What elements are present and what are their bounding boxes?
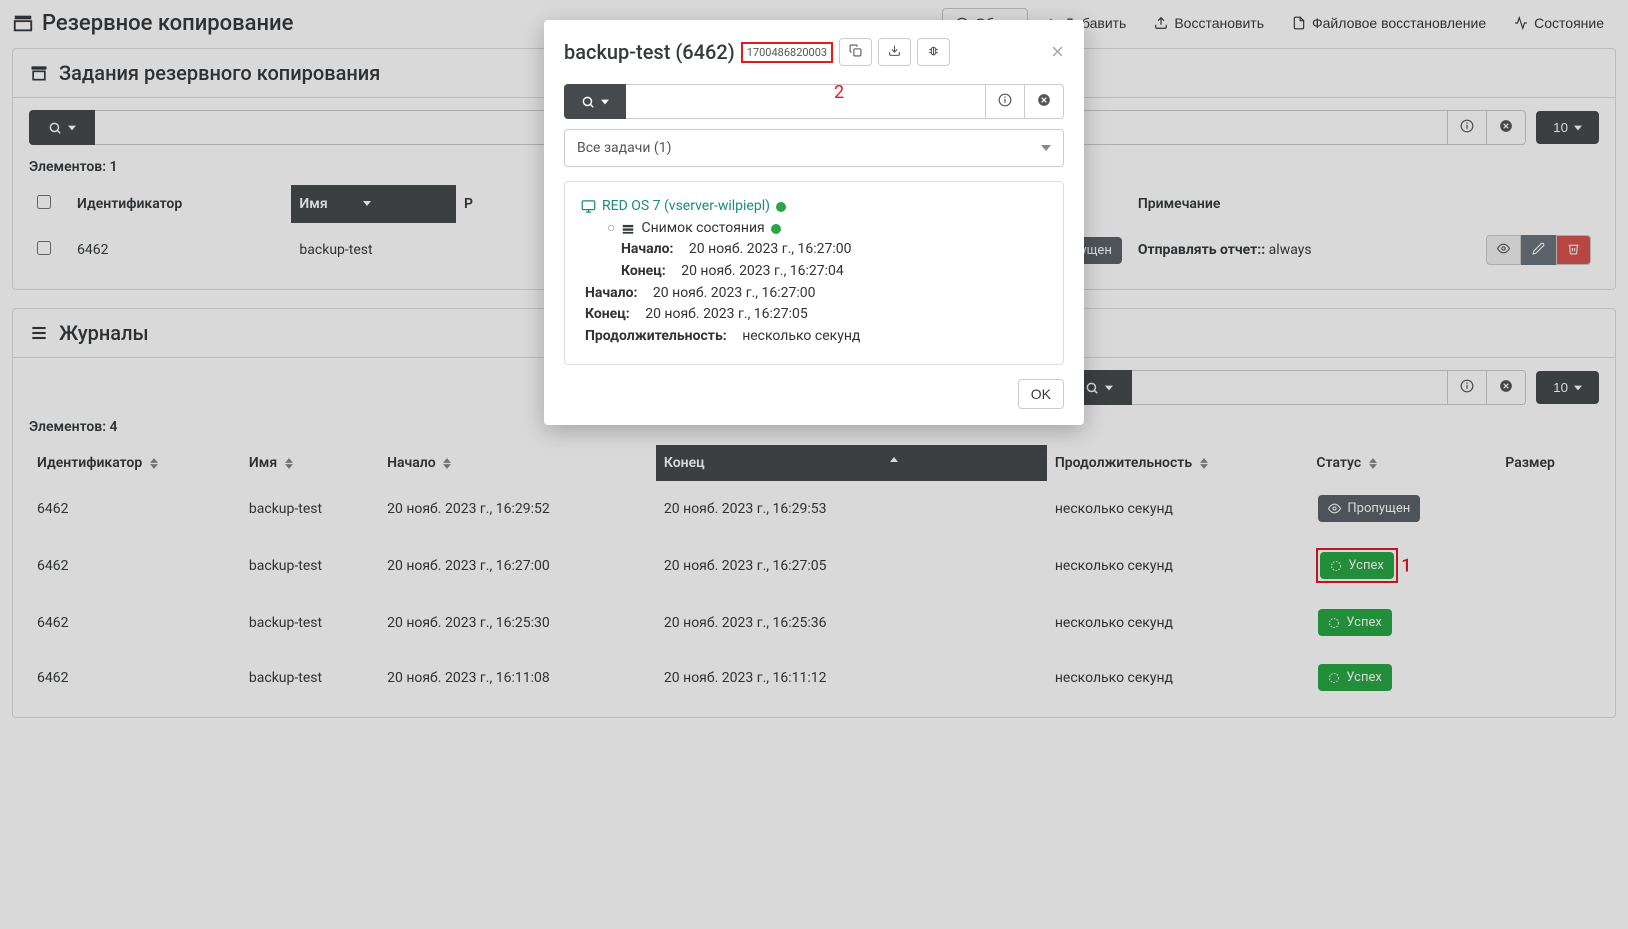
download-icon bbox=[888, 44, 901, 57]
info-button[interactable] bbox=[985, 84, 1025, 119]
copy-button[interactable] bbox=[839, 38, 872, 66]
annotation-2: 2 bbox=[834, 82, 844, 103]
search-icon bbox=[581, 95, 595, 109]
snapshot-icon bbox=[621, 222, 635, 236]
ok-button[interactable]: OK bbox=[1018, 379, 1064, 409]
clear-button[interactable] bbox=[1025, 84, 1064, 119]
snapshot-label: Снимок состояния bbox=[641, 218, 764, 240]
caret-down-icon bbox=[601, 98, 609, 106]
info-icon bbox=[998, 93, 1012, 107]
modal-title: backup-test (6462) bbox=[564, 40, 735, 64]
modal-search-input[interactable] bbox=[626, 84, 985, 119]
vm-name[interactable]: RED OS 7 (vserver-wilpiepl) bbox=[602, 196, 770, 218]
copy-icon bbox=[849, 44, 862, 57]
bug-icon bbox=[927, 44, 940, 57]
status-dot-icon bbox=[776, 202, 786, 212]
modal-timestamp: 1700486820003 bbox=[741, 42, 833, 63]
modal-dialog: backup-test (6462) 1700486820003 × 2 Все… bbox=[544, 20, 1084, 425]
close-circle-icon bbox=[1037, 93, 1051, 107]
download-button[interactable] bbox=[878, 38, 911, 66]
monitor-icon bbox=[581, 199, 596, 214]
tasks-select[interactable]: Все задачи (1) bbox=[564, 129, 1064, 167]
search-dropdown-button[interactable] bbox=[564, 84, 626, 119]
task-tree: RED OS 7 (vserver-wilpiepl) ○ Снимок сос… bbox=[564, 181, 1064, 365]
caret-down-icon bbox=[1041, 145, 1051, 151]
debug-button[interactable] bbox=[917, 38, 950, 66]
close-button[interactable]: × bbox=[1051, 39, 1064, 65]
status-dot-icon bbox=[771, 224, 781, 234]
